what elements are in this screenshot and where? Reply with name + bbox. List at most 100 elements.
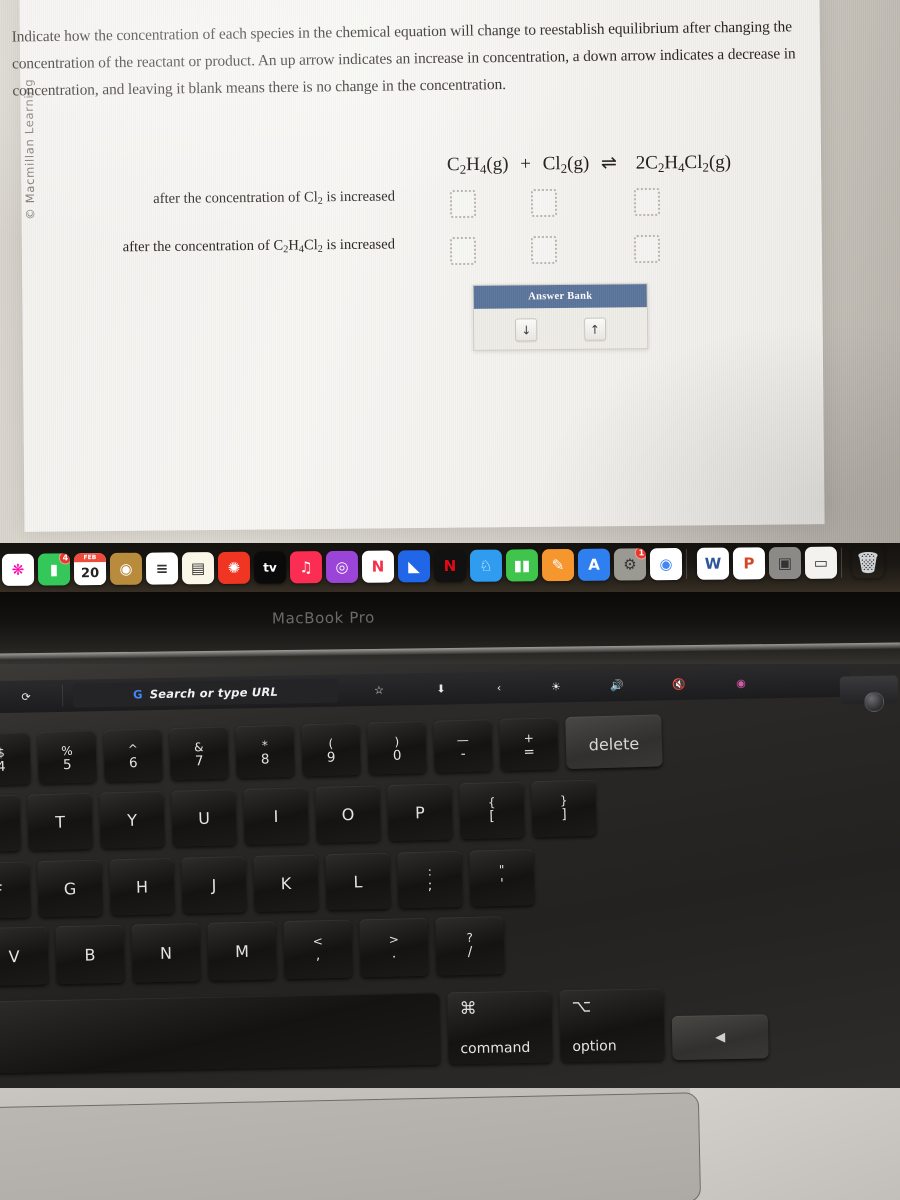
- key--[interactable]: ? /: [435, 916, 505, 976]
- key-6[interactable]: ^ 6: [103, 728, 163, 782]
- dock-icon-google-chrome[interactable]: ◉: [649, 547, 683, 581]
- dock-icon-reminders[interactable]: ≡: [145, 552, 179, 585]
- back-chevron-icon[interactable]: ‹: [472, 671, 527, 704]
- equation-reactant-1: C2H4(g): [446, 153, 509, 177]
- dock-icon-podcasts[interactable]: ◎: [325, 550, 359, 584]
- answer-tile-down-arrow[interactable]: ↓: [515, 318, 538, 342]
- key-v[interactable]: V: [0, 926, 49, 986]
- laptop-lid-chin: MacBook Pro: [0, 592, 900, 670]
- key--[interactable]: + =: [499, 717, 559, 771]
- google-icon: G: [132, 687, 143, 702]
- key-u[interactable]: U: [171, 789, 237, 847]
- key-n[interactable]: N: [131, 922, 201, 983]
- dock-icon-calendar[interactable]: FEB 20: [73, 553, 107, 586]
- key--[interactable]: " ': [469, 849, 535, 907]
- key-p[interactable]: P: [387, 783, 453, 842]
- dock-icon-microsoft-word[interactable]: W: [696, 547, 730, 580]
- key-legend-bottom: ;: [427, 877, 433, 894]
- dock-icon-news[interactable]: N: [361, 550, 395, 583]
- key-delete[interactable]: delete: [565, 714, 663, 770]
- key--[interactable]: :;: [397, 850, 463, 909]
- key-o[interactable]: O: [315, 785, 381, 843]
- key--[interactable]: }]: [531, 779, 597, 838]
- podcasts-glyph: ◎: [335, 557, 349, 576]
- mute-icon[interactable]: 🔇: [648, 667, 711, 700]
- calendar-day-number: 20: [80, 565, 100, 581]
- volume-up-icon[interactable]: 🔊: [586, 669, 649, 702]
- key-legend-bottom: .: [391, 945, 397, 962]
- key-k[interactable]: K: [253, 854, 319, 912]
- key-f[interactable]: F: [0, 861, 31, 919]
- dock-icon-contacts[interactable]: ◉: [109, 552, 143, 585]
- dock-icon-nordvpn[interactable]: ◣: [397, 550, 431, 583]
- key-legend-bottom: =: [523, 743, 536, 761]
- key-spacebar[interactable]: [0, 992, 441, 1074]
- key--[interactable]: — -: [433, 719, 493, 773]
- dock-icon-image-file[interactable]: ▣: [768, 546, 802, 580]
- brightness-icon[interactable]: ☀: [526, 670, 587, 703]
- trackpad[interactable]: [0, 1092, 702, 1200]
- key-r[interactable]: R: [0, 794, 21, 853]
- dock-icon-system-settings[interactable]: ⚙ 1: [613, 548, 647, 581]
- key-option[interactable]: ⌥ option: [559, 988, 665, 1063]
- dock-icon-microsoft-powerpoint[interactable]: P: [732, 547, 766, 580]
- key-8[interactable]: * 8: [235, 724, 295, 779]
- key-legend-bottom: O: [341, 804, 355, 824]
- key-9[interactable]: (9: [301, 722, 361, 777]
- key-g[interactable]: G: [37, 859, 103, 918]
- key-legend-bottom: 0: [392, 747, 402, 764]
- key--[interactable]: <,: [283, 919, 353, 980]
- key--[interactable]: {[: [459, 781, 525, 840]
- dropzone-row2-product[interactable]: [633, 234, 661, 264]
- key-5[interactable]: % 5: [37, 730, 97, 784]
- key-y[interactable]: Y: [99, 790, 165, 849]
- answer-bank-tiles: ↓ ↑: [474, 307, 647, 352]
- dock-icon-document-window[interactable]: ▭: [804, 546, 838, 579]
- touch-id-key[interactable]: [839, 675, 899, 713]
- bookmark-star-icon[interactable]: ☆: [348, 673, 411, 706]
- answer-tile-up-arrow[interactable]: ↑: [583, 317, 606, 341]
- google-chrome-glyph: ◉: [659, 555, 673, 574]
- key-h[interactable]: H: [109, 857, 175, 916]
- refresh-icon[interactable]: ⟳: [0, 680, 62, 713]
- key-command[interactable]: ⌘ command: [447, 990, 553, 1065]
- key-7[interactable]: & 7: [169, 726, 229, 781]
- key-b[interactable]: B: [55, 924, 125, 985]
- dropzone-row1-reactant2[interactable]: [530, 188, 558, 218]
- key-l[interactable]: L: [325, 852, 391, 911]
- key-j[interactable]: J: [181, 856, 247, 914]
- dock-icon-facetime[interactable]: ▮ 4: [37, 553, 71, 586]
- dropzone-row1-product[interactable]: [633, 187, 661, 217]
- image-file-glyph: ▣: [777, 554, 793, 573]
- siri-icon[interactable]: ◉: [710, 666, 773, 699]
- dock-icon-netflix[interactable]: N: [433, 549, 467, 583]
- keyboard-row-numbers: $4% 5 ^ 6 & 7 * 8(9) 0— - + = delete: [0, 714, 663, 786]
- touch-bar[interactable]: ⟳ G Search or type URL ☆ ⬇ ‹ ☀ 🔊 🔇 ◉: [0, 664, 851, 714]
- key-4[interactable]: $4: [0, 732, 31, 786]
- key-arrow-left[interactable]: ◀: [671, 1014, 769, 1061]
- dock-icon-pages[interactable]: ✎: [541, 548, 575, 582]
- downloads-icon[interactable]: ⬇: [410, 672, 473, 705]
- dropzone-row2-reactant1[interactable]: [449, 236, 477, 266]
- dock-icon-numbers[interactable]: ▮▮: [505, 549, 539, 582]
- dock-icon-row: ❋ ▮ 4 FEB 20 ◉ ≡ ▤ ✺ tv ♫ ◎ N ◣ N ♘ ▮▮ ✎ A ⚙ 1 ◉ W P ▣ ▭ 🗑: [0, 543, 900, 592]
- touch-id-sensor-icon[interactable]: [864, 691, 885, 713]
- key--[interactable]: >.: [359, 917, 429, 978]
- key-t[interactable]: T: [27, 792, 93, 851]
- key-0[interactable]: ) 0: [367, 720, 427, 775]
- dock-icon-keynote[interactable]: ♘: [469, 549, 503, 582]
- key-legend-bottom: 7: [194, 753, 204, 770]
- dock-icon-trash[interactable]: 🗑: [852, 546, 884, 578]
- dock-icon-apple-tv[interactable]: tv: [253, 551, 287, 584]
- dock-icon-music[interactable]: ♫: [289, 551, 323, 584]
- dock-icon-app-store[interactable]: A: [577, 548, 611, 581]
- touchbar-url-search[interactable]: G Search or type URL: [72, 678, 339, 708]
- dock-icon-photos[interactable]: ❋: [1, 553, 35, 586]
- key-i[interactable]: I: [243, 787, 309, 845]
- dock-icon-photo-booth[interactable]: ✺: [217, 551, 251, 585]
- key-m[interactable]: M: [207, 921, 277, 981]
- dropzone-row1-reactant1[interactable]: [449, 189, 477, 219]
- apple-tv-glyph: tv: [263, 560, 277, 575]
- dropzone-row2-reactant2[interactable]: [530, 235, 558, 265]
- dock-icon-notes[interactable]: ▤: [181, 552, 215, 585]
